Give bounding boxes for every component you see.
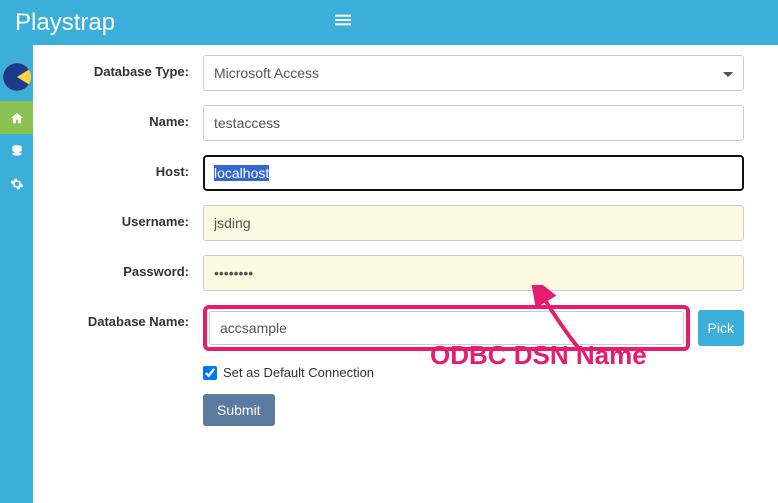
connection-form: Database Type: Microsoft Access Name: Ho… (83, 45, 758, 450)
username-label: Username: (83, 205, 203, 231)
default-connection-label: Set as Default Connection (223, 365, 374, 380)
default-connection-row[interactable]: Set as Default Connection (203, 365, 744, 380)
username-input[interactable] (203, 205, 744, 241)
brand-title: Playstrap (15, 9, 155, 37)
dbname-input[interactable] (209, 311, 684, 345)
dbname-highlight-box (203, 305, 690, 351)
host-label: Host: (83, 155, 203, 181)
dbtype-label: Database Type: (83, 55, 203, 81)
topbar: Playstrap (0, 0, 778, 45)
name-label: Name: (83, 105, 203, 131)
dbname-label: Database Name: (83, 305, 203, 331)
sidebar-settings[interactable] (0, 167, 33, 200)
password-input[interactable] (203, 255, 744, 291)
sidebar (0, 45, 33, 503)
name-input[interactable] (203, 105, 744, 141)
main-content: Database Type: Microsoft Access Name: Ho… (33, 45, 778, 470)
submit-button[interactable]: Submit (203, 394, 275, 426)
sidebar-database[interactable] (0, 134, 33, 167)
sidebar-home[interactable] (0, 101, 33, 134)
hamburger-icon[interactable] (335, 12, 351, 33)
dbtype-select[interactable]: Microsoft Access (203, 55, 744, 91)
pick-button[interactable]: Pick (698, 310, 744, 346)
pacman-icon (3, 63, 31, 91)
default-connection-checkbox[interactable] (203, 366, 217, 380)
password-label: Password: (83, 255, 203, 281)
spacer2 (83, 386, 203, 395)
host-input[interactable] (203, 155, 744, 191)
spacer (83, 365, 203, 374)
